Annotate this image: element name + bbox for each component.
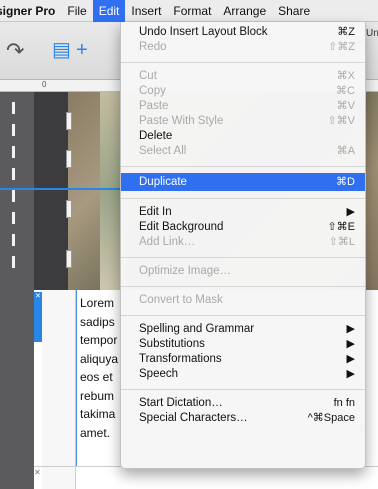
menu-item-optimize-image[interactable]: Optimize Image… <box>121 264 365 279</box>
resize-handle[interactable] <box>66 150 72 168</box>
menu-item-duplicate[interactable]: Duplicate ⌘D <box>121 173 365 191</box>
menu-item-convert-to-mask[interactable]: Convert to Mask <box>121 293 365 308</box>
next-block-close-icon[interactable]: ✕ <box>34 468 44 480</box>
menu-share[interactable]: Share <box>272 0 316 22</box>
menu-item-label: Start Dictation… <box>139 397 223 409</box>
menu-item-paste-with-style[interactable]: Paste With Style ⇧⌘V <box>121 114 365 129</box>
menu-app-name[interactable]: signer Pro <box>0 0 61 22</box>
menu-shortcut: ⇧⌘V <box>327 115 355 127</box>
ruler-tick <box>12 168 15 180</box>
menu-item-label: Spelling and Grammar <box>139 323 255 335</box>
menu-item-edit-background[interactable]: Edit Background ⇧⌘E <box>121 220 365 235</box>
menu-shortcut: ⇧⌘Z <box>328 41 355 53</box>
edit-menu: Undo Insert Layout Block ⌘Z Redo ⇧⌘Z Cut… <box>120 22 366 469</box>
menu-item-label: Special Characters… <box>139 412 248 424</box>
menu-arrange[interactable]: Arrange <box>217 0 272 22</box>
menu-edit[interactable]: Edit <box>92 0 126 22</box>
menu-file[interactable]: File <box>61 0 92 22</box>
menu-insert[interactable]: Insert <box>125 0 167 22</box>
menu-item-label: Speech <box>139 368 179 380</box>
resize-handle[interactable] <box>66 200 72 218</box>
menu-item-label: Cut <box>139 70 157 82</box>
menu-shortcut: ⌘X <box>336 70 355 82</box>
menu-item-select-all[interactable]: Select All ⌘A <box>121 144 365 159</box>
menu-item-start-dictation[interactable]: Start Dictation… fn fn <box>121 396 365 411</box>
menu-item-undo[interactable]: Undo Insert Layout Block ⌘Z <box>121 25 365 40</box>
ruler-tick <box>12 146 15 158</box>
ruler-tick <box>12 124 15 136</box>
menu-item-copy[interactable]: Copy ⌘C <box>121 84 365 99</box>
alignment-guide <box>0 188 122 190</box>
menu-item-label: Convert to Mask <box>139 294 223 306</box>
submenu-arrow-icon: ▶ <box>346 206 355 218</box>
submenu-arrow-icon: ▶ <box>346 353 355 365</box>
menu-item-delete[interactable]: Delete <box>121 129 365 144</box>
menu-item-special-characters[interactable]: Special Characters… ^⌘Space <box>121 411 365 426</box>
menu-item-label: Add Link… <box>139 236 196 248</box>
add-icon[interactable]: + <box>76 39 88 61</box>
menu-item-spelling-grammar[interactable]: Spelling and Grammar ▶ <box>121 322 365 337</box>
ruler-tick <box>12 102 15 114</box>
menu-bar: signer Pro File Edit Insert Format Arran… <box>0 0 378 22</box>
resize-handle[interactable] <box>66 112 72 130</box>
menu-item-transformations[interactable]: Transformations ▶ <box>121 352 365 367</box>
menu-item-label: Delete <box>139 130 173 142</box>
block-close-icon[interactable]: ✕ <box>35 292 41 300</box>
vertical-ruler <box>0 92 34 489</box>
menu-item-cut[interactable]: Cut ⌘X <box>121 69 365 84</box>
page-margin <box>42 290 76 489</box>
layout-block-icon[interactable]: ▤ <box>52 39 71 61</box>
menu-shortcut: ⌘D <box>336 176 355 188</box>
menu-item-label: Substitutions <box>139 338 205 350</box>
menu-shortcut: ⌘C <box>336 85 355 97</box>
menu-separator <box>121 257 365 258</box>
back-arrow-icon[interactable]: ↷ <box>6 40 24 62</box>
submenu-arrow-icon: ▶ <box>346 338 355 350</box>
menu-item-label: Optimize Image… <box>139 265 232 277</box>
menu-item-label: Paste <box>139 100 169 112</box>
menu-separator <box>121 198 365 199</box>
menu-item-add-link[interactable]: Add Link… ⇧⌘L <box>121 235 365 250</box>
menu-shortcut: ⌘V <box>336 100 355 112</box>
submenu-arrow-icon: ▶ <box>346 368 355 380</box>
menu-shortcut: ⇧⌘L <box>328 236 355 248</box>
menu-item-paste[interactable]: Paste ⌘V <box>121 99 365 114</box>
menu-item-label: Edit In <box>139 206 172 218</box>
ruler-tick <box>12 212 15 224</box>
menu-item-label: Paste With Style <box>139 115 224 127</box>
menu-item-label: Undo Insert Layout Block <box>139 26 268 38</box>
menu-shortcut: fn fn <box>333 397 355 409</box>
menu-item-label: Edit Background <box>139 221 224 233</box>
resize-handle[interactable] <box>66 250 72 268</box>
menu-item-label: Copy <box>139 85 166 97</box>
menu-item-edit-in[interactable]: Edit In ▶ <box>121 205 365 220</box>
window-title: Untitle <box>366 28 378 39</box>
ruler-tick <box>12 190 15 202</box>
menu-shortcut: ⌘Z <box>337 26 355 38</box>
menu-separator <box>121 62 365 63</box>
menu-item-label: Duplicate <box>139 176 187 188</box>
menu-shortcut: ⌘A <box>336 145 355 157</box>
menu-item-label: Redo <box>139 41 167 53</box>
ruler-tick <box>12 256 15 268</box>
ruler-tick <box>12 234 15 246</box>
menu-item-redo[interactable]: Redo ⇧⌘Z <box>121 40 365 55</box>
menu-separator <box>121 166 365 167</box>
menu-separator <box>121 286 365 287</box>
menu-item-substitutions[interactable]: Substitutions ▶ <box>121 337 365 352</box>
menu-format[interactable]: Format <box>167 0 217 22</box>
menu-separator <box>121 315 365 316</box>
menu-shortcut: ^⌘Space <box>307 412 355 424</box>
menu-item-label: Select All <box>139 145 187 157</box>
ruler-zero-label: 0 <box>42 80 47 89</box>
submenu-arrow-icon: ▶ <box>346 323 355 335</box>
menu-separator <box>121 389 365 390</box>
menu-item-speech[interactable]: Speech ▶ <box>121 367 365 382</box>
menu-item-label: Transformations <box>139 353 222 365</box>
menu-shortcut: ⇧⌘E <box>327 221 355 233</box>
